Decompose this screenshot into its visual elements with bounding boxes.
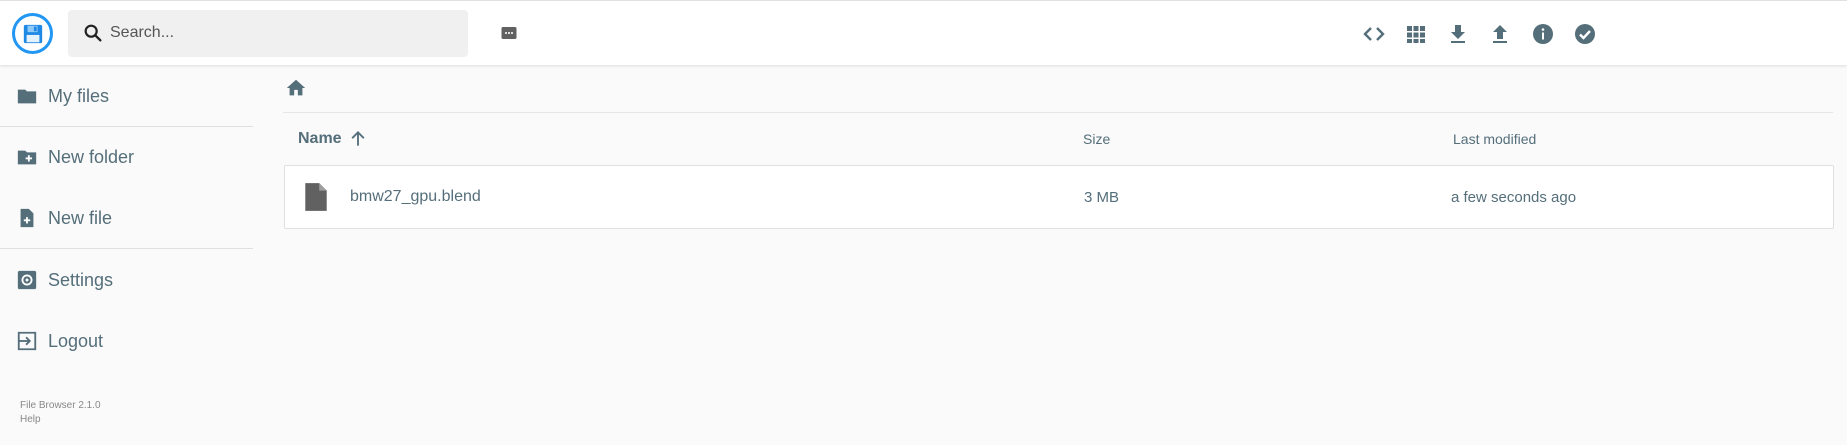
floppy-disk-icon [23, 24, 42, 43]
select-all-check-icon [1575, 24, 1595, 44]
sidebar-item-label: New file [48, 207, 113, 228]
sidebar-item-my-files[interactable]: My files [0, 71, 253, 121]
sidebar-item-new-folder[interactable]: New folder [0, 132, 253, 182]
new-file-icon [20, 208, 34, 228]
header-bar [0, 0, 1847, 65]
sidebar-item-settings[interactable]: Settings [0, 255, 253, 305]
search-input[interactable] [110, 18, 410, 48]
settings-icon [17, 270, 37, 290]
sidebar-item-label: Logout [48, 330, 104, 351]
sidebar-item-label: My files [48, 85, 110, 106]
grid-view-button[interactable] [1403, 21, 1429, 47]
sidebar: My files New folder New file Settings Lo… [0, 65, 253, 445]
column-header-last-modified[interactable]: Last modified [1453, 128, 1536, 150]
column-header-size[interactable]: Size [1083, 128, 1110, 150]
file-name: bmw27_gpu.blend [350, 188, 481, 205]
info-button[interactable] [1530, 21, 1556, 47]
sidebar-divider [0, 248, 253, 249]
upload-button[interactable] [1487, 21, 1513, 47]
select-all-button[interactable] [1572, 21, 1598, 47]
logout-icon [17, 331, 37, 351]
file-size: 3 MB [1084, 189, 1120, 206]
code-view-button[interactable] [1361, 21, 1387, 47]
sidebar-item-label: New folder [48, 146, 135, 167]
column-header-name-label: Name [298, 130, 342, 147]
sidebar-divider [0, 126, 253, 127]
upload-icon [1493, 25, 1507, 43]
app-logo[interactable] [12, 13, 53, 54]
grid-view-icon [1407, 26, 1425, 43]
sidebar-item-logout[interactable]: Logout [0, 316, 253, 366]
file-row[interactable]: bmw27_gpu.blend 3 MB a few seconds ago [284, 165, 1834, 229]
home-icon[interactable] [285, 77, 307, 99]
logo-inner [15, 16, 50, 51]
folder-icon [17, 89, 37, 104]
info-icon [1533, 24, 1553, 44]
file-icon [305, 183, 327, 211]
file-last-modified: a few seconds ago [1451, 189, 1577, 206]
search-icon [84, 24, 102, 42]
sort-ascending-arrow-icon [351, 131, 365, 146]
version-label: File Browser 2.1.0 [20, 400, 101, 411]
search-options-icon[interactable] [500, 24, 518, 42]
sidebar-item-new-file[interactable]: New file [0, 193, 253, 243]
help-link[interactable]: Help [20, 414, 41, 425]
column-header-name[interactable]: Name [298, 128, 368, 150]
download-icon [1451, 25, 1465, 43]
download-button[interactable] [1445, 21, 1471, 47]
breadcrumb-divider [283, 112, 1833, 113]
new-folder-icon [17, 150, 37, 165]
sidebar-item-label: Settings [48, 269, 114, 290]
code-view-icon [1363, 27, 1385, 41]
search-box[interactable] [68, 10, 517, 57]
